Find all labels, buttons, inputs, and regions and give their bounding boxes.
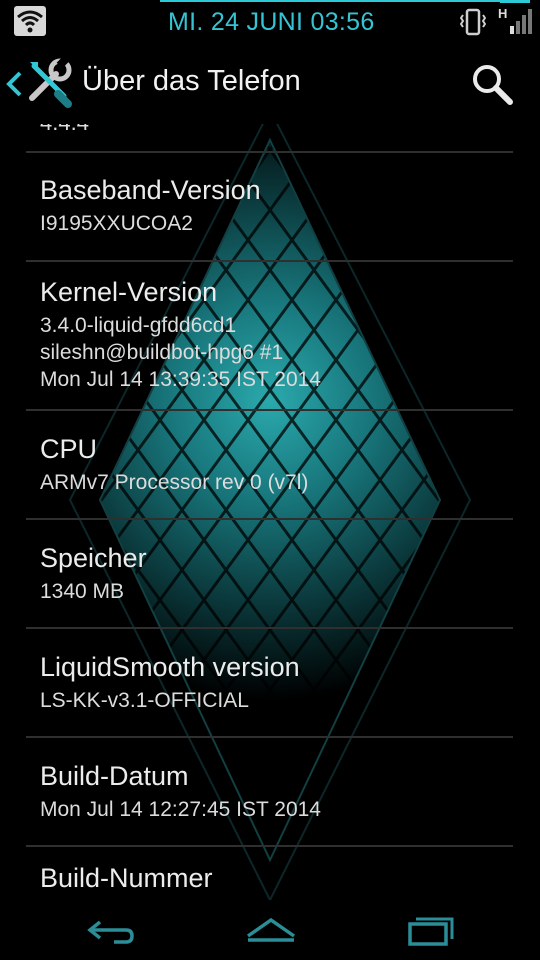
back-icon[interactable] (86, 916, 136, 948)
list-item-title: Build-Datum (40, 761, 189, 791)
vibrate-icon (460, 8, 486, 36)
recent-apps-icon[interactable] (406, 914, 454, 948)
page-title: Über das Telefon (82, 65, 301, 97)
list-item-value: 3.4.0-liquid-gfdd6cd1 (40, 314, 237, 337)
list-item-value: Mon Jul 14 13:39:35 IST 2014 (40, 368, 321, 391)
list-item-build-datum[interactable]: Build-Datum Mon Jul 14 12:27:45 IST 2014 (40, 760, 520, 823)
list-item-baseband-version[interactable]: Baseband-Version I9195XXUCOA2 (40, 174, 520, 237)
status-bar: MI. 24 JUNI 03:56 H (0, 0, 540, 42)
list-divider (26, 409, 513, 411)
status-clock: MI. 24 JUNI 03:56 (168, 8, 375, 36)
navigation-bar (0, 900, 540, 960)
list-divider (26, 518, 513, 520)
search-icon[interactable] (470, 62, 514, 106)
list-divider (26, 151, 513, 153)
list-item-speicher[interactable]: Speicher 1340 MB (40, 542, 520, 605)
list-item-title: Speicher (40, 543, 147, 573)
list-item-value: I9195XXUCOA2 (40, 212, 193, 235)
list-divider (26, 260, 513, 262)
list-item-title: CPU (40, 434, 98, 464)
action-bar: Über das Telefon (0, 42, 540, 124)
list-item-title: Baseband-Version (40, 175, 261, 205)
list-item-value: sileshn@buildbot-hpg6 #1 (40, 341, 284, 364)
wifi-icon (14, 6, 46, 36)
android-version-value: 4.4.4 (40, 124, 89, 136)
list-item-cpu[interactable]: CPU ARMv7 Processor rev 0 (v7l) (40, 433, 520, 496)
list-item-value: 1340 MB (40, 580, 125, 603)
list-item-value: Mon Jul 14 12:27:45 IST 2014 (40, 798, 321, 821)
list-item-title: Kernel-Version (40, 277, 218, 307)
list-item-kernel-version[interactable]: Kernel-Version 3.4.0-liquid-gfdd6cd1 sil… (40, 276, 520, 393)
status-bar-accent-line (160, 0, 520, 2)
list-item-title: LiquidSmooth version (40, 652, 300, 682)
back-chevron-icon[interactable] (4, 70, 24, 98)
home-icon[interactable] (244, 914, 298, 948)
list-item-liquidsmooth-version[interactable]: LiquidSmooth version LS-KK-v3.1-OFFICIAL (40, 651, 520, 714)
signal-network-type: H (498, 6, 507, 21)
about-phone-list[interactable]: 4.4.4 Baseband-Version I9195XXUCOA2 Kern… (0, 124, 540, 900)
list-item-build-nummer[interactable]: Build-Nummer (40, 862, 520, 894)
status-bar-accent-line-right (500, 0, 530, 3)
list-divider (26, 627, 513, 629)
list-item-title: Build-Nummer (40, 863, 213, 893)
list-divider (26, 736, 513, 738)
signal-h-icon: H (498, 6, 532, 34)
list-item-value: LS-KK-v3.1-OFFICIAL (40, 689, 249, 712)
list-item-value: ARMv7 Processor rev 0 (v7l) (40, 471, 309, 494)
settings-tools-icon[interactable] (22, 54, 76, 108)
list-divider (26, 845, 513, 847)
